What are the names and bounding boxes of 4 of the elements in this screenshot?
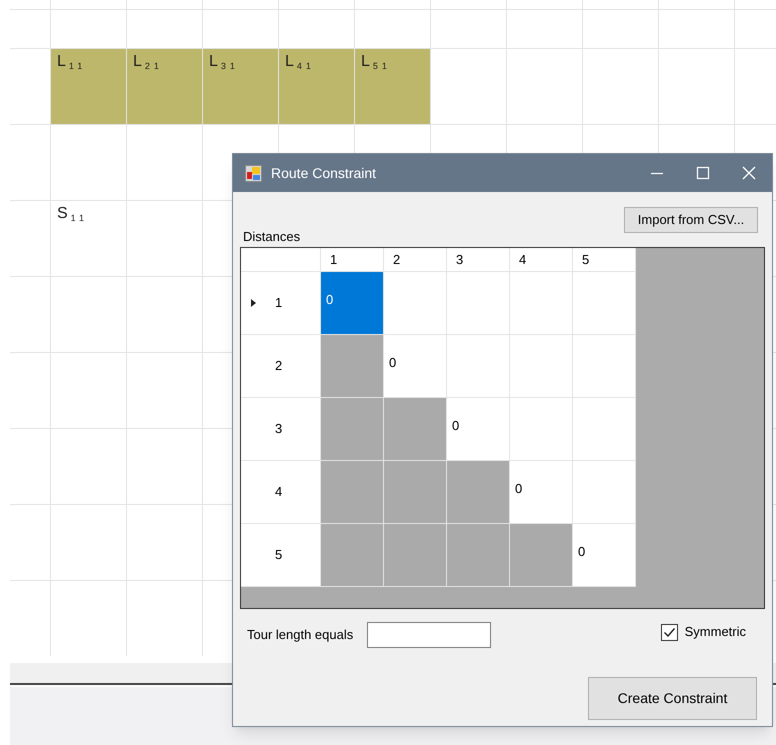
window-title: Route Constraint bbox=[271, 164, 376, 182]
distances-label: Distances bbox=[243, 228, 300, 246]
symmetric-label: Symmetric bbox=[684, 623, 746, 642]
tour-length-label: Tour length equals bbox=[247, 626, 354, 644]
